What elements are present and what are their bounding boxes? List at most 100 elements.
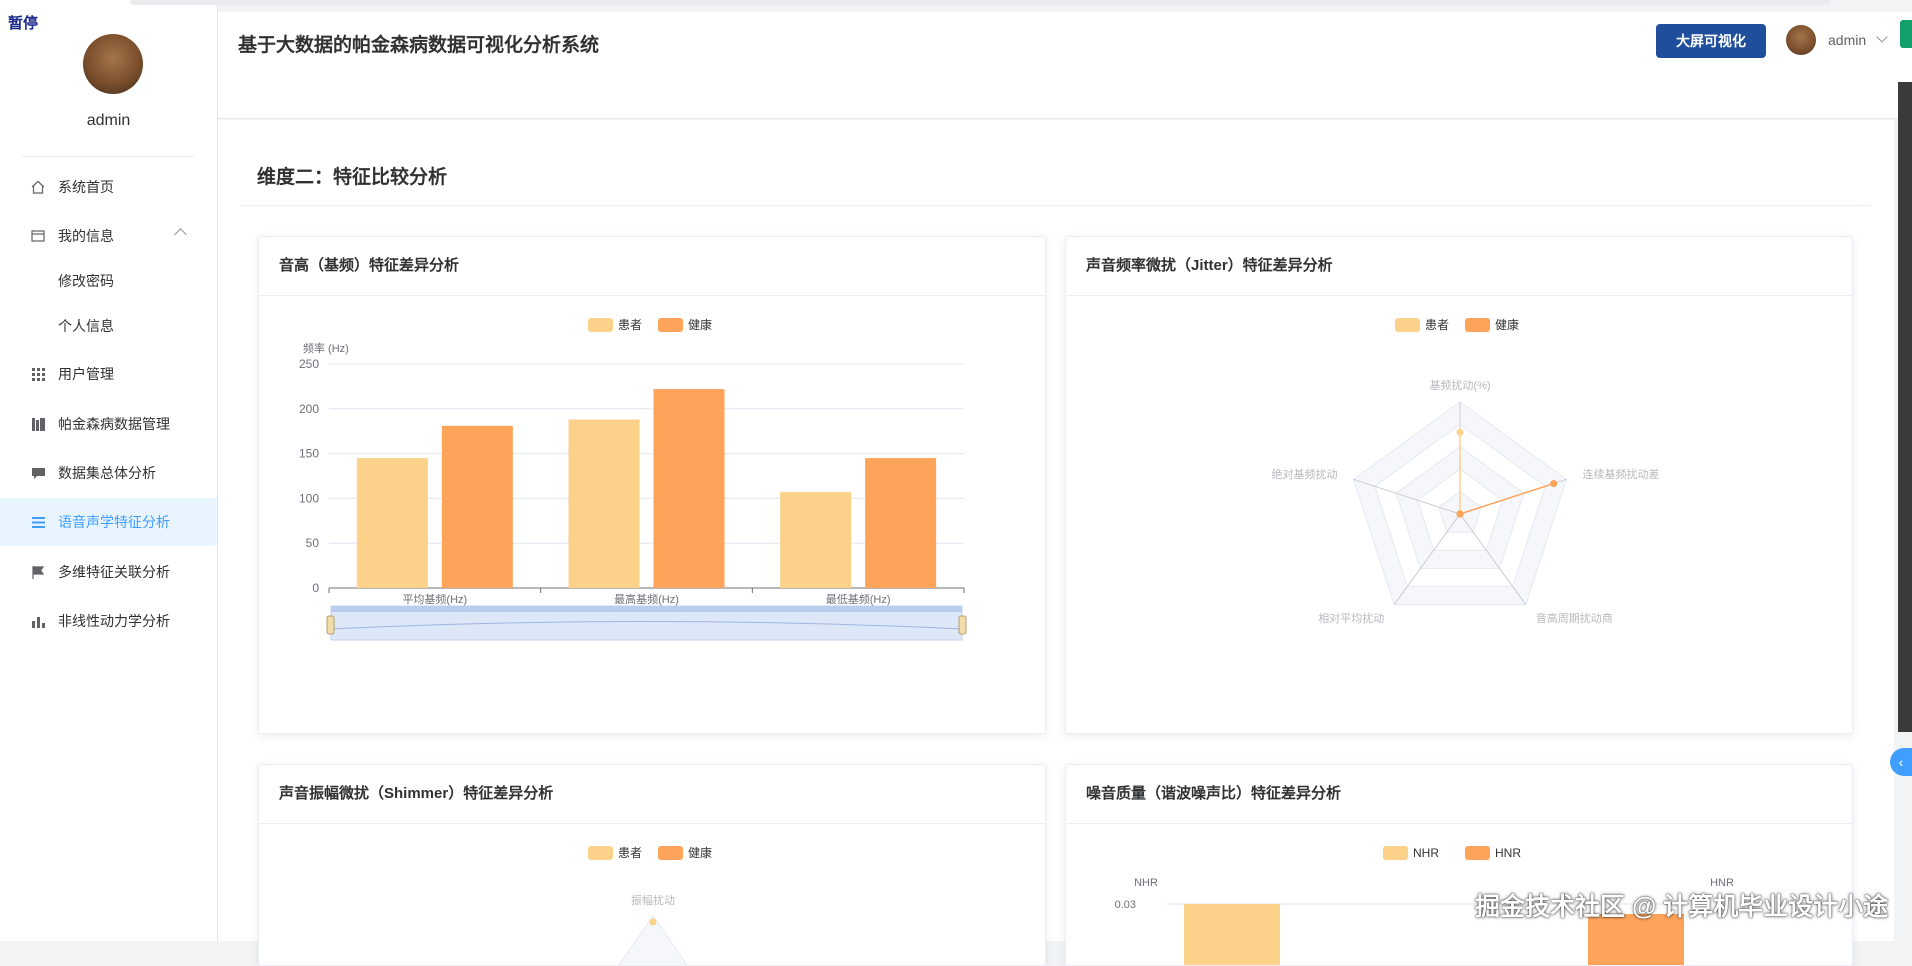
- x-tick-label: 平均基频(Hz): [402, 592, 467, 606]
- sidebar-item-label: 用户管理: [58, 366, 114, 382]
- grid-icon: [30, 366, 46, 382]
- y-tick-label: 150: [299, 447, 319, 461]
- jitter-radar-chart: 患者 健康 基频扰动(%) 连续基频扰动差音高周期扰动商 相对平均扰动 绝对基频扰动: [1272, 317, 1660, 625]
- shimmer-radar-chart: 患者 健康 振幅扰动: [588, 845, 712, 965]
- avatar[interactable]: [83, 34, 143, 94]
- radar-point: [1456, 428, 1464, 436]
- x-tick-label: 最低基频(Hz): [826, 592, 891, 606]
- section-title: 维度二：特征比较分析: [257, 167, 448, 188]
- page-title: 基于大数据的帕金森病数据可视化分析系统: [238, 35, 600, 56]
- bar-patient: [780, 492, 852, 588]
- sidebar-item-label: 非线性动力学分析: [58, 613, 170, 629]
- bar-chart-icon: [30, 613, 46, 629]
- y-tick-label: 200: [299, 402, 319, 416]
- bar-healthy: [865, 458, 937, 588]
- legend-label: 患者: [618, 846, 642, 860]
- x-tick-label: 最高基频(Hz): [614, 592, 679, 606]
- legend-swatch: [588, 318, 613, 332]
- y-tick-label: 50: [306, 536, 320, 550]
- chart-card-pitch: 音高（基频）特征差异分析 患者 健康 频率 (Hz) 0 50 100 150 200 250…: [258, 236, 1046, 734]
- legend-label: 健康: [688, 317, 712, 332]
- watermark: 掘金技术社区 @ 计算机毕业设计小途: [1475, 893, 1889, 921]
- sidebar-item-my-info[interactable]: 我的信息: [0, 212, 217, 260]
- bar-patient: [568, 419, 640, 588]
- y-tick-label: 0: [312, 581, 319, 595]
- legend-swatch: [658, 318, 683, 332]
- card-title: 音高（基频）特征差异分析: [259, 237, 1045, 296]
- list-icon: [30, 514, 46, 530]
- divider: [22, 156, 194, 157]
- legend-swatch: [658, 846, 683, 860]
- y-axis-label: 频率 (Hz): [303, 341, 349, 355]
- card-title: 声音振幅微扰（Shimmer）特征差异分析: [259, 765, 1045, 824]
- sidebar-item-multi-feature[interactable]: 多维特征关联分析: [0, 548, 217, 596]
- header-username[interactable]: admin: [1828, 32, 1866, 48]
- legend-swatch: [1465, 318, 1490, 332]
- sidebar-item-parkinson-data[interactable]: 帕金森病数据管理: [0, 400, 217, 448]
- chart-card-shimmer: 声音振幅微扰（Shimmer）特征差异分析 患者 健康 振幅扰动: [258, 764, 1046, 966]
- divider: [240, 205, 1870, 206]
- pause-label: 暂停: [8, 15, 39, 32]
- y-tick-label: 250: [299, 357, 319, 371]
- radar-indicator-label: 振幅扰动: [631, 893, 675, 907]
- legend-swatch: [1465, 846, 1490, 860]
- legend-swatch: [588, 846, 613, 860]
- sidebar-item-label: 修改密码: [58, 273, 114, 289]
- folder-icon: [30, 416, 46, 432]
- chevron-up-icon: [174, 228, 187, 241]
- radar-point: [1456, 510, 1464, 518]
- chart-card-jitter: 声音频率微扰（Jitter）特征差异分析 患者 健康 基频扰动(%) 连续基频扰动差…: [1065, 236, 1853, 734]
- legend-label: 患者: [1425, 318, 1449, 332]
- bar-healthy: [441, 425, 513, 588]
- sidebar-item-label: 多维特征关联分析: [58, 564, 170, 580]
- user-avatar[interactable]: [1786, 25, 1816, 55]
- pitch-bar-chart: 患者 健康 频率 (Hz) 0 50 100 150 200 250 平均基频(Hz) 最高基频…: [299, 317, 967, 641]
- big-screen-button[interactable]: 大屏可视化: [1656, 24, 1766, 58]
- sidebar-item-dataset-analysis[interactable]: 数据集总体分析: [0, 449, 217, 497]
- radar-indicator-label: 音高周期扰动商: [1536, 611, 1613, 625]
- sidebar-item-label: 系统首页: [58, 179, 114, 195]
- y-tick-label: 100: [299, 491, 319, 505]
- id-card-icon: [30, 228, 46, 244]
- radar-indicator-label: 绝对基频扰动: [1272, 467, 1338, 481]
- sidebar-item-user-management[interactable]: 用户管理: [0, 350, 217, 398]
- legend-label: 患者: [618, 318, 642, 332]
- scrollbar[interactable]: [1898, 82, 1912, 732]
- home-icon: [30, 179, 46, 195]
- sidebar-item-personal-info[interactable]: 个人信息: [0, 302, 217, 350]
- card-title: 噪音质量（谐波噪声比）特征差异分析: [1066, 765, 1852, 824]
- sidebar-item-home[interactable]: 系统首页: [0, 163, 217, 211]
- legend-label: 健康: [688, 845, 712, 860]
- chevron-left-icon[interactable]: ‹: [1890, 748, 1912, 776]
- sidebar-item-label: 个人信息: [58, 318, 114, 334]
- sidebar-item-change-password[interactable]: 修改密码: [0, 257, 217, 305]
- legend-swatch: [1395, 318, 1420, 332]
- sidebar-item-nonlinear[interactable]: 非线性动力学分析: [0, 597, 217, 645]
- sidebar: admin 系统首页 我的信息 修改密码 个人信息 用户管理 帕金森病数据管理 …: [0, 0, 218, 941]
- legend-label: NHR: [1413, 846, 1439, 860]
- sidebar-item-label: 数据集总体分析: [58, 465, 156, 481]
- legend-swatch: [1383, 846, 1408, 860]
- side-tab: [1900, 20, 1912, 48]
- sidebar-item-voice-acoustic[interactable]: 语音声学特征分析: [0, 498, 217, 546]
- legend-label: HNR: [1495, 846, 1521, 860]
- y-tick-label: 0.03: [1115, 899, 1136, 911]
- y-axis-label-left: NHR: [1134, 877, 1158, 889]
- radar-point: [649, 918, 657, 926]
- card-title: 声音频率微扰（Jitter）特征差异分析: [1066, 237, 1852, 296]
- sidebar-item-label: 我的信息: [58, 228, 114, 244]
- radar-indicator-label: 相对平均扰动: [1318, 611, 1384, 625]
- datazoom-handle-left: [326, 615, 335, 635]
- chat-icon: [30, 465, 46, 481]
- datazoom-handle-right: [958, 615, 967, 635]
- top-scroll-strip: [130, 0, 1830, 5]
- radar-indicator-label: 基频扰动(%): [1429, 378, 1490, 392]
- datazoom-range: [331, 606, 962, 612]
- sidebar-username: admin: [86, 112, 131, 129]
- sidebar-item-label: 语音声学特征分析: [58, 514, 170, 530]
- legend-label: 健康: [1495, 317, 1519, 332]
- chart-card-noise: 噪音质量（谐波噪声比）特征差异分析 NHR HNR NHR HNR 0.03: [1065, 764, 1853, 966]
- bar-nhr: [1184, 904, 1280, 965]
- bar-healthy: [653, 389, 725, 588]
- radar-indicator-label: 连续基频扰动差: [1582, 467, 1659, 481]
